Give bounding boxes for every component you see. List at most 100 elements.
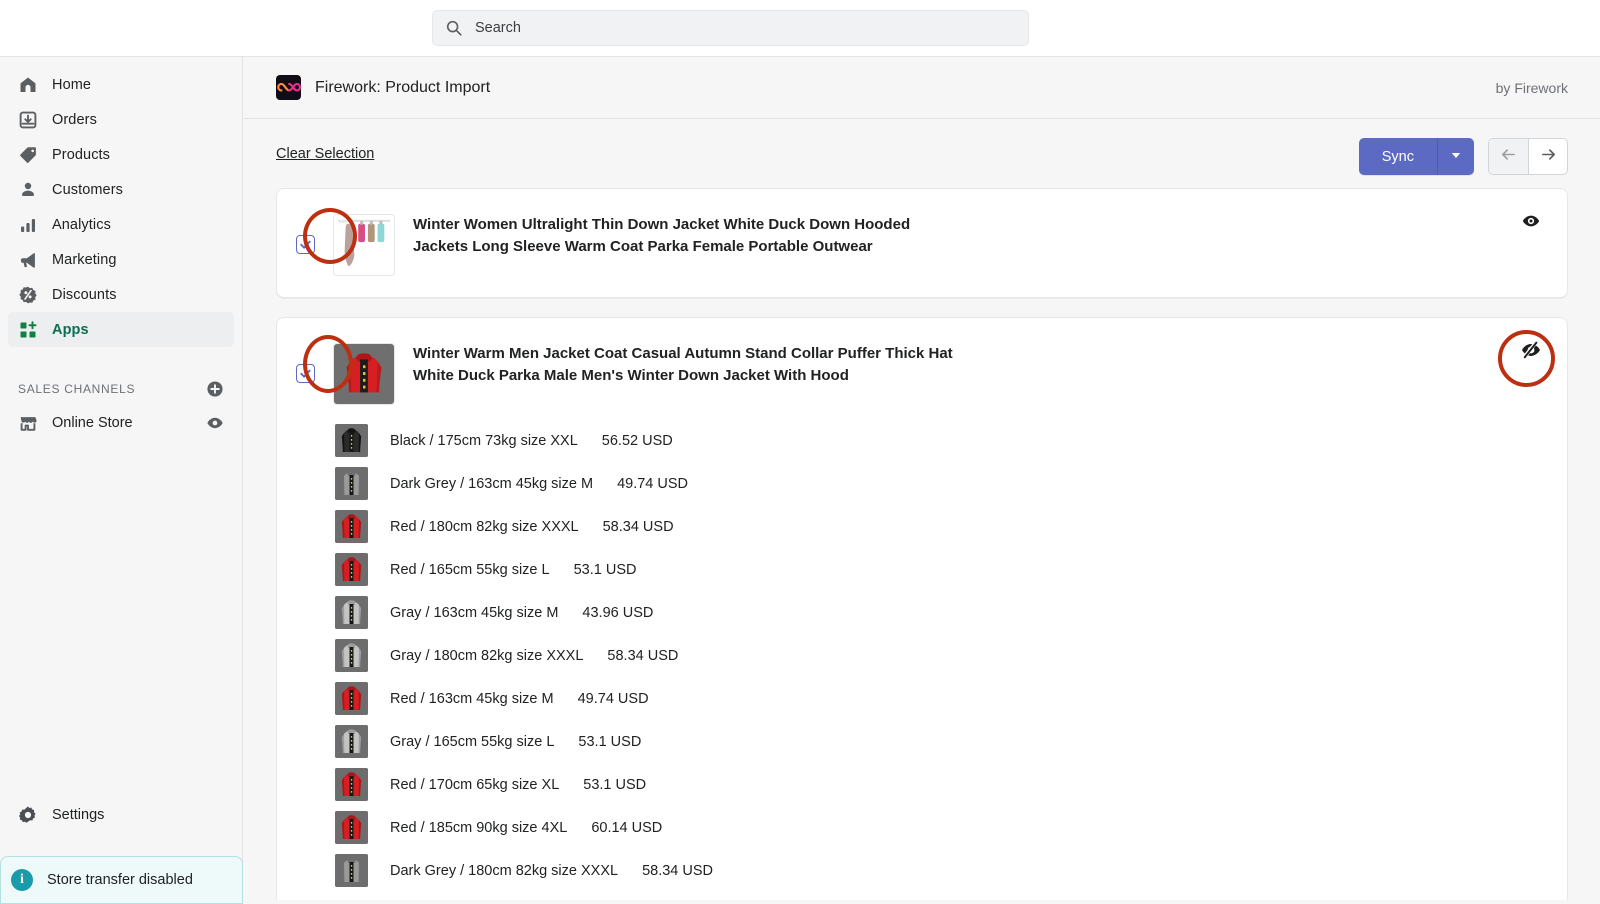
sidebar-item-apps[interactable]: Apps — [8, 312, 234, 347]
previous-page-button[interactable] — [1489, 139, 1528, 174]
variant-label: Dark Grey / 180cm 82kg size XXXL — [390, 862, 619, 879]
eye-icon — [1521, 211, 1541, 236]
variant-row[interactable]: Dark Grey / 163cm 45kg size M 49.74 USD — [277, 462, 1567, 505]
variant-label: Black / 175cm 73kg size XXL — [390, 432, 578, 449]
variant-label: Dark Grey / 163cm 45kg size M — [390, 475, 594, 492]
app-author-label: by Firework — [1495, 79, 1568, 96]
variant-price: 49.74 USD — [577, 690, 649, 707]
variant-thumbnail — [335, 424, 368, 457]
sidebar-item-products[interactable]: Products — [8, 137, 234, 172]
sidebar-item-discounts[interactable]: Discounts — [8, 277, 234, 312]
bar-chart-icon — [18, 215, 38, 235]
sidebar-item-settings[interactable]: Settings — [0, 797, 243, 832]
variant-label: Gray / 163cm 45kg size M — [390, 604, 559, 621]
sidebar-nav: Home Orders Products Customers Analytics… — [0, 57, 242, 347]
variant-price: 43.96 USD — [582, 604, 654, 621]
product-tag-icon — [18, 145, 38, 165]
variant-row[interactable]: Red / 180cm 82kg size XXXL 58.34 USD — [277, 505, 1567, 548]
sidebar-item-label: Orders — [52, 111, 97, 128]
sync-dropdown-button[interactable] — [1438, 138, 1474, 175]
sidebar-item-label: Home — [52, 76, 92, 93]
sidebar-item-label: Analytics — [52, 216, 111, 233]
variant-label: Gray / 165cm 55kg size L — [390, 733, 555, 750]
toolbar: Clear Selection Sync — [244, 119, 1600, 188]
sync-button-group: Sync — [1358, 138, 1474, 175]
arrow-left-icon — [1499, 145, 1518, 169]
variant-label: Gray / 180cm 82kg size XXXL — [390, 647, 584, 664]
product-title: Winter Warm Men Jacket Coat Casual Autum… — [413, 345, 953, 384]
firework-infinity-logo — [276, 75, 301, 100]
next-page-button[interactable] — [1528, 139, 1567, 174]
variant-row[interactable]: Red / 165cm 55kg size L 53.1 USD — [277, 548, 1567, 591]
product-card: Winter Women Ultralight Thin Down Jacket… — [276, 188, 1568, 298]
sidebar-item-marketing[interactable]: Marketing — [8, 242, 234, 277]
info-icon: i — [11, 869, 33, 891]
variant-thumbnail — [335, 811, 368, 844]
variant-thumbnail — [335, 467, 368, 500]
variant-price: 49.74 USD — [617, 475, 689, 492]
variant-list: Black / 175cm 73kg size XXL 56.52 USD Dark… — [277, 419, 1567, 892]
variant-row[interactable]: Gray / 163cm 45kg size M 43.96 USD — [277, 591, 1567, 634]
variant-label: Red / 163cm 45kg size M — [390, 690, 554, 707]
eye-off-icon — [1520, 339, 1542, 366]
discount-percent-icon — [18, 285, 38, 305]
product-row: Winter Warm Men Jacket Coat Casual Autum… — [277, 338, 1567, 405]
sidebar-item-home[interactable]: Home — [8, 67, 234, 102]
sidebar-item-label: Discounts — [52, 286, 117, 303]
search-input[interactable]: Search — [432, 10, 1029, 46]
sidebar-item-analytics[interactable]: Analytics — [8, 207, 234, 242]
variant-row[interactable]: Gray / 180cm 82kg size XXXL 58.34 USD — [277, 634, 1567, 677]
product-visibility-toggle[interactable] — [1519, 339, 1543, 366]
top-bar: Search — [0, 0, 1600, 57]
eye-icon[interactable] — [206, 414, 224, 432]
variant-row[interactable]: Red / 170cm 65kg size XL 53.1 USD — [277, 763, 1567, 806]
sidebar-item-label: Settings — [52, 806, 105, 823]
store-transfer-label: Store transfer disabled — [47, 872, 193, 888]
variant-row[interactable]: Black / 175cm 73kg size XXL 56.52 USD — [277, 419, 1567, 462]
sidebar-item-label: Customers — [52, 181, 123, 198]
variant-price: 58.34 USD — [602, 518, 674, 535]
store-transfer-banner[interactable]: i Store transfer disabled — [0, 856, 243, 904]
circle-plus-icon[interactable] — [206, 380, 224, 398]
search-placeholder-text: Search — [475, 20, 521, 36]
variant-thumbnail — [335, 510, 368, 543]
product-select-checkbox[interactable] — [295, 364, 315, 383]
clear-selection-link[interactable]: Clear Selection — [276, 146, 374, 162]
sidebar-item-label: Online Store — [52, 414, 133, 431]
arrow-right-icon — [1539, 145, 1558, 169]
main-content: Firework: Product Import by Firework Cle… — [244, 57, 1600, 900]
product-visibility-toggle[interactable] — [1519, 211, 1543, 235]
variant-label: Red / 180cm 82kg size XXXL — [390, 518, 579, 535]
sidebar: Home Orders Products Customers Analytics… — [0, 57, 243, 904]
variant-thumbnail — [335, 639, 368, 672]
variant-label: Red / 165cm 55kg size L — [390, 561, 550, 578]
variant-price: 58.34 USD — [607, 647, 679, 664]
variant-price: 56.52 USD — [601, 432, 673, 449]
variant-thumbnail — [335, 553, 368, 586]
app-header: Firework: Product Import by Firework — [244, 57, 1600, 119]
sidebar-item-customers[interactable]: Customers — [8, 172, 234, 207]
sales-channels-header: SALES CHANNELS — [18, 377, 224, 401]
product-title: Winter Women Ultralight Thin Down Jacket… — [413, 216, 911, 255]
variant-price: 58.34 USD — [642, 862, 714, 879]
product-thumbnail — [333, 214, 395, 276]
variant-row[interactable]: Gray / 165cm 55kg size L 53.1 USD — [277, 720, 1567, 763]
variant-price: 53.1 USD — [578, 733, 642, 750]
megaphone-icon — [18, 250, 38, 270]
product-select-checkbox[interactable] — [295, 235, 315, 254]
page-title: Firework: Product Import — [315, 78, 491, 96]
apps-grid-plus-icon — [18, 320, 38, 340]
variant-row[interactable]: Red / 185cm 90kg size 4XL 60.14 USD — [277, 806, 1567, 849]
chevron-down-icon — [1450, 148, 1462, 166]
sidebar-item-online-store[interactable]: Online Store — [8, 405, 234, 440]
sidebar-item-orders[interactable]: Orders — [8, 102, 234, 137]
variant-row[interactable]: Red / 163cm 45kg size M 49.74 USD — [277, 677, 1567, 720]
variant-label: Red / 185cm 90kg size 4XL — [390, 819, 568, 836]
person-icon — [18, 180, 38, 200]
variant-label: Red / 170cm 65kg size XL — [390, 776, 560, 793]
sync-button[interactable]: Sync — [1358, 138, 1438, 175]
product-checkbox-cell — [277, 338, 333, 383]
variant-thumbnail — [335, 596, 368, 629]
variant-row[interactable]: Dark Grey / 180cm 82kg size XXXL 58.34 US… — [277, 849, 1567, 892]
product-row: Winter Women Ultralight Thin Down Jacket… — [277, 209, 1567, 276]
